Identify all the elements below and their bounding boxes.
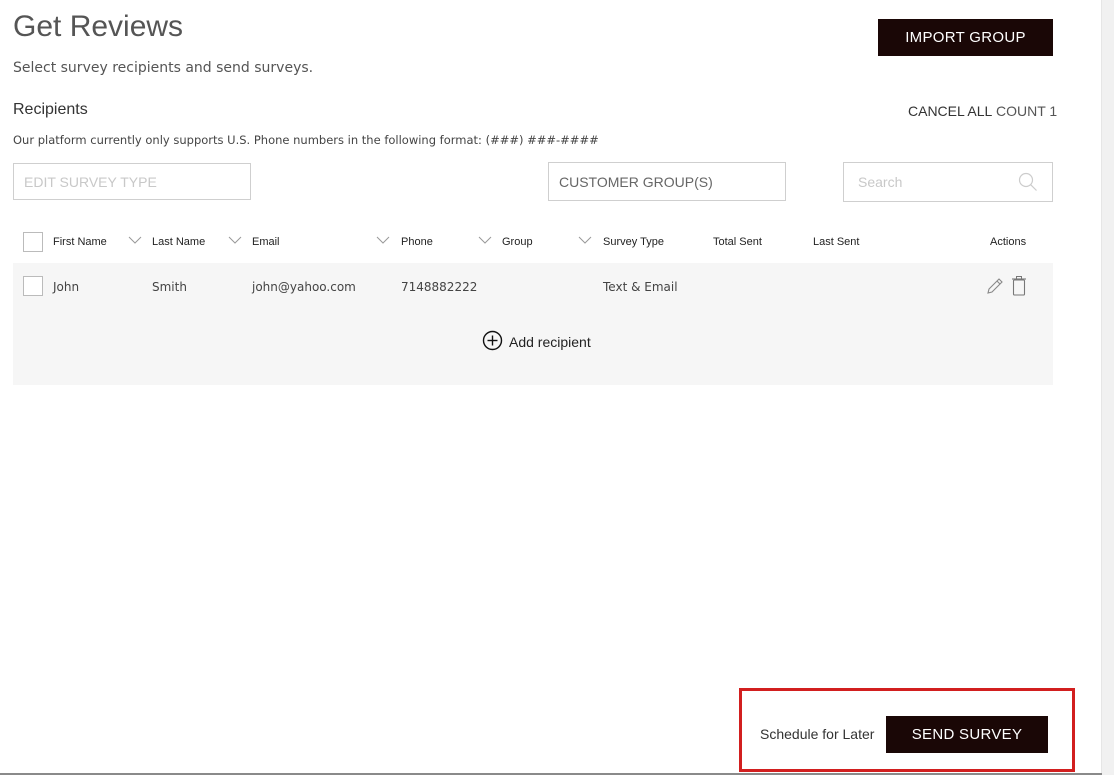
search-input[interactable]: Search [843,162,1053,202]
page-subtitle: Select survey recipients and send survey… [13,60,314,76]
search-placeholder: Search [858,174,903,190]
customer-group-label: CUSTOMER GROUP(S) [559,173,713,190]
row-checkbox[interactable] [23,276,43,296]
scrollbar-track[interactable] [1101,0,1114,775]
survey-type-placeholder: EDIT SURVEY TYPE [24,173,157,190]
column-total-sent[interactable]: Total Sent [713,236,762,248]
add-recipient-label: Add recipient [509,334,591,350]
survey-type-input[interactable]: EDIT SURVEY TYPE [13,163,251,200]
cell-email: john@yahoo.com [252,280,356,294]
cell-survey-type: Text & Email [603,280,678,294]
chevron-down-icon[interactable] [478,235,492,248]
column-email[interactable]: Email [252,236,280,248]
column-survey-type[interactable]: Survey Type [603,236,664,248]
phone-format-note: Our platform currently only supports U.S… [13,133,599,147]
column-group[interactable]: Group [502,236,533,248]
cell-phone: 7148882222 [401,280,478,294]
chevron-down-icon[interactable] [376,235,390,248]
column-actions: Actions [990,236,1027,248]
customer-group-select[interactable]: CUSTOMER GROUP(S) [548,162,786,201]
recipients-table-body: John Smith john@yahoo.com 7148882222 Tex… [13,263,1053,385]
pencil-icon[interactable] [985,276,1005,300]
column-phone[interactable]: Phone [401,236,433,248]
column-first-name[interactable]: First Name [53,236,107,248]
cancel-all-button[interactable]: CANCEL ALL [908,103,992,119]
import-group-button[interactable]: IMPORT GROUP [878,19,1053,56]
column-last-sent[interactable]: Last Sent [813,236,859,248]
schedule-for-later-link[interactable]: Schedule for Later [760,726,874,742]
page-title: Get Reviews [13,10,184,43]
add-recipient-button[interactable]: Add recipient [482,330,591,354]
recipients-heading: Recipients [13,101,88,118]
column-last-name[interactable]: Last Name [152,236,205,248]
select-all-checkbox[interactable] [23,232,43,252]
chevron-down-icon[interactable] [228,235,242,248]
chevron-down-icon[interactable] [578,235,592,248]
cell-first-name: John [53,280,80,294]
table-header: First Name Last Name Email Phone Group S… [13,228,1053,256]
cell-last-name: Smith [152,280,187,294]
search-icon[interactable] [1018,172,1038,195]
recipient-count: COUNT 1 [996,103,1058,119]
chevron-down-icon[interactable] [128,235,142,248]
plus-circle-icon [482,330,503,354]
send-survey-button[interactable]: SEND SURVEY [886,716,1048,753]
trash-icon[interactable] [1011,275,1027,301]
